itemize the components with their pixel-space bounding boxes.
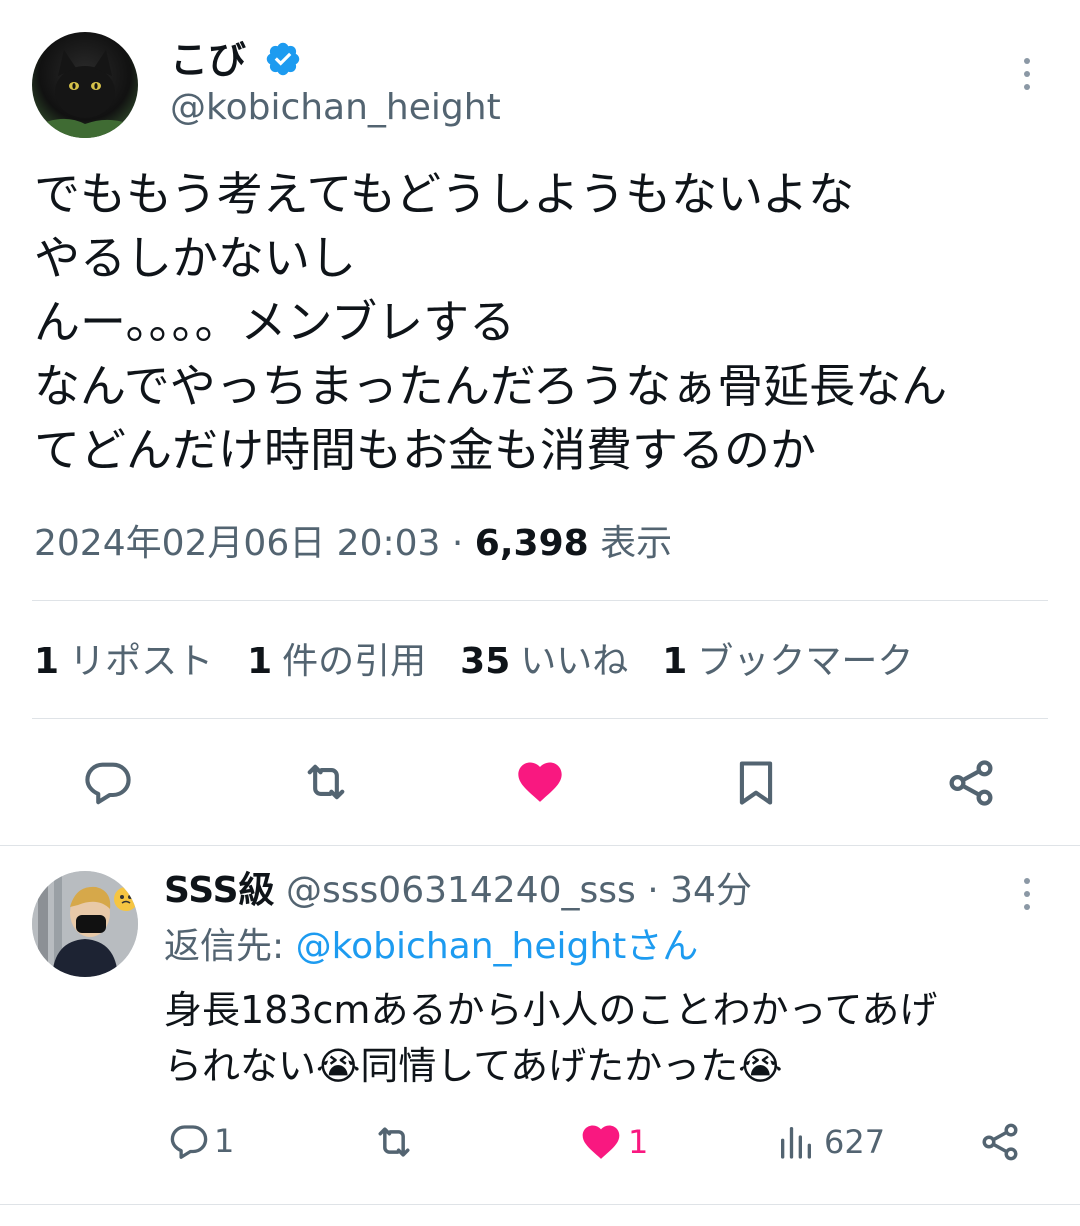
stat-likes[interactable]: 35 いいね [460, 638, 628, 686]
reply-count: 1 [214, 1122, 235, 1160]
author-avatar[interactable] [32, 32, 138, 138]
reply-to-handle-link[interactable]: @kobichan_heightさん [296, 926, 699, 967]
person-avatar-image [32, 871, 138, 977]
divider [32, 600, 1048, 601]
divider [32, 718, 1048, 719]
like-button[interactable] [512, 756, 568, 808]
stat-label: リポスト [69, 641, 214, 682]
bookmark-button[interactable] [730, 756, 782, 810]
reply-author-name[interactable]: SSS級 [164, 870, 275, 911]
stat-count: 1 [662, 641, 688, 682]
heart-filled-icon [518, 762, 562, 802]
reply-text-line: 身長183cmあるから小人のことわかってあげ [164, 988, 938, 1032]
share-icon [949, 760, 993, 806]
meta-separator: · [451, 523, 464, 564]
stat-label: 件の引用 [282, 641, 427, 682]
stat-label: ブックマーク [697, 641, 914, 682]
author-handle[interactable]: @kobichan_height [170, 86, 501, 130]
reply-to-line: 返信先: @kobichan_heightさん [164, 924, 698, 970]
retweet-button[interactable] [298, 756, 354, 808]
reply-text-line: られない😭同情してあげたかった😭 [164, 1044, 783, 1088]
views-label: 表示 [600, 523, 673, 564]
stat-bookmarks[interactable]: 1 ブックマーク [662, 638, 913, 686]
stat-count: 1 [247, 641, 273, 682]
stat-count: 1 [34, 641, 60, 682]
stat-label: いいね [520, 641, 629, 682]
reply-more-options-icon[interactable] [1022, 878, 1032, 910]
more-options-icon[interactable] [1022, 58, 1032, 90]
tweet-text: でももう考えてもどうしようもないよな やるしかないし んー。。。。メンブレする … [34, 162, 947, 482]
stat-reposts[interactable]: 1 リポスト [34, 638, 213, 686]
share-icon [982, 1123, 1018, 1161]
reply-reply-button[interactable]: 1 [168, 1120, 234, 1162]
analytics-icon [781, 1127, 811, 1159]
tweet-text-line: んー。。。。メンブレする [34, 295, 516, 349]
retweet-icon [307, 764, 345, 800]
views-count: 6,398 [474, 523, 589, 564]
reply-icon [85, 762, 131, 805]
divider [0, 845, 1080, 846]
reply-views-count: 627 [824, 1123, 886, 1161]
tweet-text-line: てどんだけ時間もお金も消費するのか [34, 423, 816, 477]
tweet-datetime[interactable]: 2024年02月06日 20:03 [34, 523, 440, 564]
reply-button[interactable] [82, 756, 134, 808]
reply-to-label: 返信先: [164, 926, 285, 967]
reply-share-button[interactable] [978, 1120, 1022, 1168]
tweet-text-line: でももう考えてもどうしようもないよな [34, 167, 855, 221]
stat-quotes[interactable]: 1 件の引用 [247, 638, 426, 686]
reply-header: SSS級 @sss06314240_sss · 34分 [164, 868, 752, 914]
reply-like-count: 1 [628, 1123, 649, 1161]
tweet-text-line: やるしかないし [34, 231, 356, 285]
reply-separator: · [647, 870, 659, 911]
cat-avatar-image [32, 50, 138, 138]
verified-badge-icon [264, 40, 302, 78]
reply-author-avatar[interactable] [32, 871, 138, 977]
author-name[interactable]: こび [170, 38, 246, 82]
reply-retweet-button[interactable] [370, 1120, 418, 1168]
reply-views-button[interactable]: 627 [776, 1120, 885, 1164]
reply-author-handle[interactable]: @sss06314240_sss [286, 870, 636, 911]
stat-count: 35 [460, 641, 511, 682]
reply-icon [170, 1125, 208, 1159]
reply-text: 身長183cmあるから小人のことわかってあげ られない😭同情してあげたかった😭 [164, 982, 937, 1094]
reply-time[interactable]: 34分 [670, 870, 752, 911]
retweet-icon [378, 1127, 410, 1157]
bookmark-icon [739, 761, 773, 805]
tweet-meta: 2024年02月06日 20:03 · 6,398 表示 [34, 522, 672, 566]
share-button[interactable] [944, 756, 998, 810]
divider [0, 1204, 1080, 1205]
tweet-text-line: なんでやっちまったんだろうなぁ骨延長なん [34, 359, 948, 413]
stats-row: 1 リポスト 1 件の引用 35 いいね 1 ブックマーク [34, 638, 913, 686]
reply-like-button[interactable]: 1 [578, 1120, 648, 1164]
heart-filled-icon [582, 1125, 620, 1159]
